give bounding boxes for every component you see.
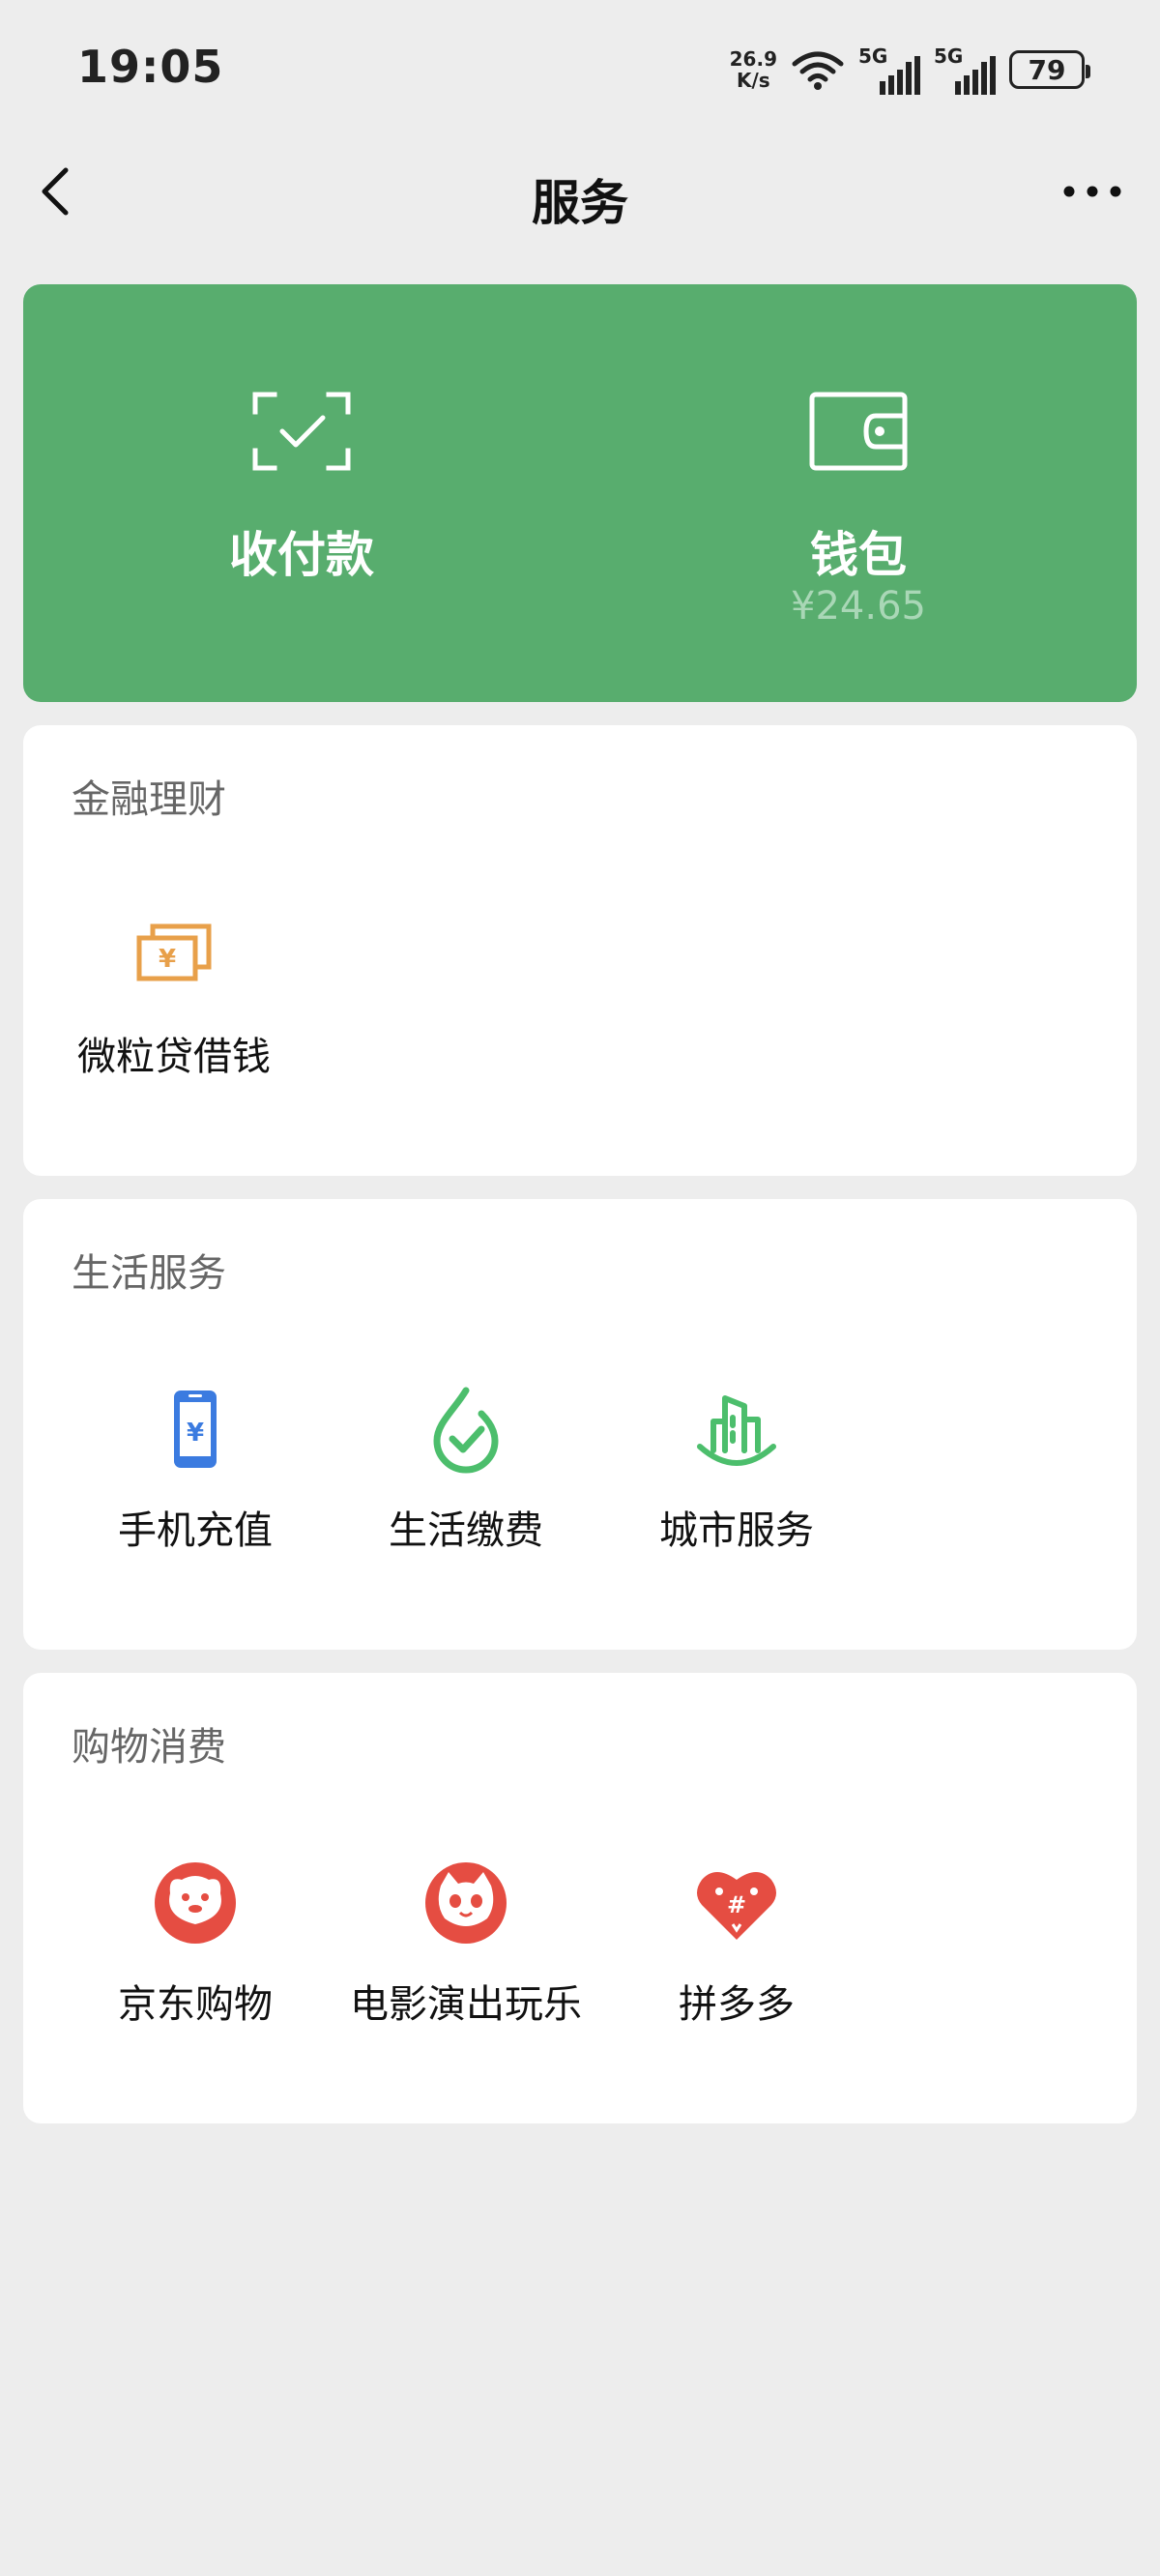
weilidai-loan-item[interactable]: ¥ 微粒贷借钱 [39,909,309,1102]
section-title: 购物消费 [72,1725,226,1770]
life-services-section: 生活服务 ¥ 手机充值 生活缴费 城市服务 [23,1199,1137,1650]
network-speed: 26.9 K/s [729,47,777,92]
battery-level: 79 [1028,53,1066,86]
yuan-bills-icon: ¥ [136,923,212,981]
wallet-icon [809,392,908,471]
city-buildings-icon [697,1395,776,1466]
payment-wallet-card: 收付款 钱包 ¥24.65 [23,284,1137,702]
status-bar: 19:05 26.9 K/s 5G 5G 79 [0,0,1160,145]
pay-receive-button[interactable]: 收付款 [23,284,580,702]
wifi-icon [792,51,844,90]
item-label: 京东购物 [118,1982,273,2027]
pay-receive-label: 收付款 [229,527,374,583]
status-time: 19:05 [77,41,224,93]
mobile-topup-item[interactable]: ¥ 手机充值 [60,1383,331,1576]
pinduoduo-heart-icon: # [697,1872,776,1940]
item-label: 城市服务 [659,1508,814,1553]
signal-sim2-icon: 5G [934,44,996,95]
utility-bills-item[interactable]: 生活缴费 [331,1383,601,1576]
signal-sim1-icon: 5G [858,44,920,95]
nav-bar: 服务 [0,145,1160,242]
battery-icon: 79 [1009,50,1090,89]
status-icons: 26.9 K/s 5G 5G 79 [729,44,1090,95]
phone-yuan-icon: ¥ [174,1390,217,1468]
page-title: 服务 [532,175,628,231]
water-drop-check-icon [433,1387,499,1474]
wallet-button[interactable]: 钱包 ¥24.65 [580,284,1137,702]
jd-dog-icon [155,1862,236,1944]
section-title: 金融理财 [72,777,226,822]
cat-face-icon [425,1862,507,1944]
item-label: 拼多多 [679,1982,795,2027]
finance-section: 金融理财 ¥ 微粒贷借钱 [23,725,1137,1176]
wallet-label: 钱包 [810,527,907,583]
shopping-section: 购物消费 京东购物 电影演出玩乐 # 拼多多 [23,1673,1137,2123]
section-title: 生活服务 [72,1251,226,1296]
wallet-balance: ¥24.65 [791,584,926,629]
item-label: 微粒贷借钱 [77,1035,271,1079]
item-label: 手机充值 [118,1508,273,1553]
svg-text:#: # [727,1891,746,1918]
city-services-item[interactable]: 城市服务 [601,1383,872,1576]
movies-shows-item[interactable]: 电影演出玩乐 [331,1857,601,2050]
jd-shopping-item[interactable]: 京东购物 [60,1857,331,2050]
item-label: 生活缴费 [389,1508,543,1553]
svg-text:¥: ¥ [159,945,176,974]
svg-text:¥: ¥ [187,1419,204,1448]
ellipsis-icon[interactable] [1054,162,1131,220]
item-label: 电影演出玩乐 [350,1982,582,2027]
scan-check-icon [252,392,351,471]
pinduoduo-item[interactable]: # 拼多多 [601,1857,872,2050]
